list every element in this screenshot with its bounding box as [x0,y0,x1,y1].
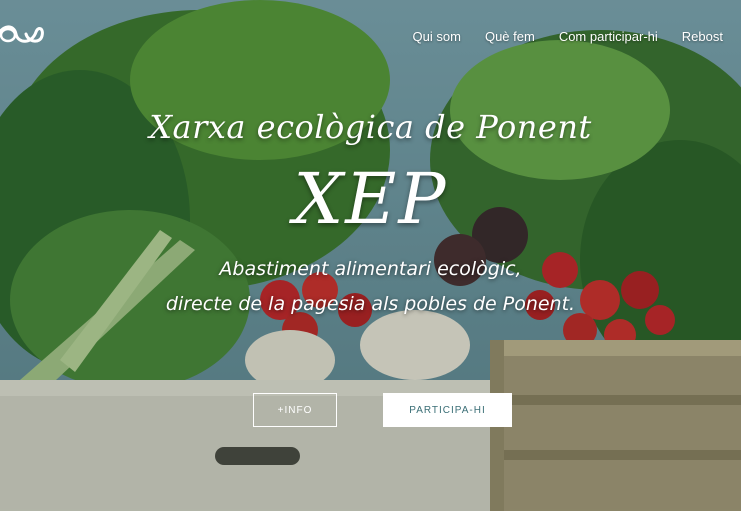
hero-tagline-line-1: Abastiment alimentari ecològic, [219,258,522,280]
logo-icon[interactable] [0,18,48,50]
nav-item-qui-som[interactable]: Qui som [413,29,461,44]
more-info-button[interactable]: +INFO [253,393,337,427]
participate-button[interactable]: PARTICIPA-HI [383,393,512,427]
hero-title: XEP [293,158,448,240]
hero-tagline-line-2: directe de la pagesia als pobles de Pone… [165,293,576,315]
nav-item-que-fem[interactable]: Què fem [485,29,535,44]
hero-subtitle: Xarxa ecològica de Ponent [149,108,592,146]
nav-item-com-participar[interactable]: Com participar-hi [559,29,658,44]
main-nav: Qui som Què fem Com participar-hi Rebost [413,29,723,44]
hero-overlay [0,0,741,511]
hero-section: Qui som Què fem Com participar-hi Rebost… [0,0,741,511]
nav-item-rebost[interactable]: Rebost [682,29,723,44]
